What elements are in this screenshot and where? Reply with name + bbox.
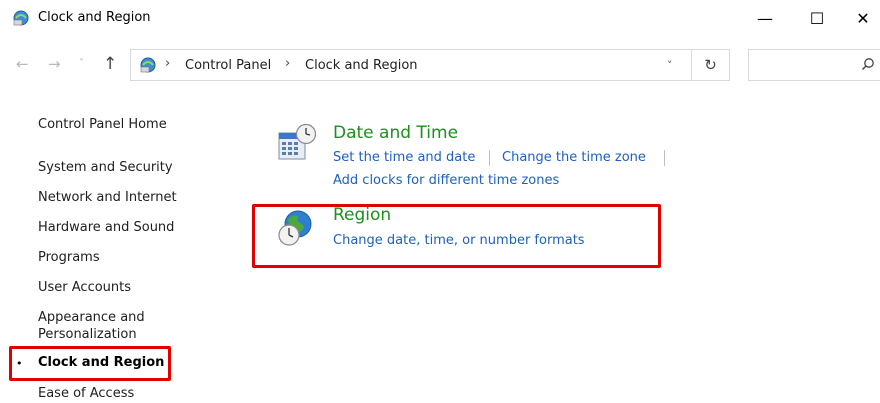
address-bar[interactable]: › Control Panel › Clock and Region ˅: [130, 49, 692, 81]
sidebar-item-system-and-security[interactable]: System and Security: [38, 159, 173, 176]
search-icon[interactable]: [861, 57, 875, 71]
sidebar-item-user-accounts[interactable]: User Accounts: [38, 279, 131, 296]
refresh-button[interactable]: ↻: [692, 49, 730, 81]
maximize-button[interactable]: ☐: [794, 0, 840, 36]
search-input[interactable]: [753, 55, 853, 77]
title-bar: Clock and Region — ☐ ✕: [0, 0, 880, 38]
forward-button[interactable]: →: [48, 55, 61, 73]
date-and-time-title[interactable]: Date and Time: [333, 123, 458, 143]
sidebar-item-programs[interactable]: Programs: [38, 249, 100, 266]
breadcrumb-separator[interactable]: ›: [165, 56, 170, 71]
link-separator: [489, 150, 490, 166]
sidebar-highlight-box: [9, 346, 171, 381]
back-button[interactable]: ←: [16, 55, 29, 73]
sidebar-item-network-and-internet[interactable]: Network and Internet: [38, 189, 177, 206]
up-button[interactable]: ↑: [103, 54, 117, 74]
window-title: Clock and Region: [38, 10, 151, 25]
close-button[interactable]: ✕: [846, 0, 880, 36]
sidebar-item-hardware-and-sound[interactable]: Hardware and Sound: [38, 219, 174, 236]
address-dropdown-button[interactable]: ˅: [667, 59, 673, 72]
link-separator: [664, 150, 665, 166]
calendar-clock-icon[interactable]: [277, 123, 317, 163]
region-highlight-box: [252, 204, 661, 268]
sidebar-item-appearance-and-personalization[interactable]: Appearance and Personalization: [38, 309, 188, 343]
search-box[interactable]: [748, 49, 880, 81]
sidebar-item-control-panel-home[interactable]: Control Panel Home: [38, 116, 167, 133]
change-time-zone-link[interactable]: Change the time zone: [502, 150, 646, 165]
set-time-and-date-link[interactable]: Set the time and date: [333, 150, 475, 165]
control-panel-icon: [13, 10, 29, 26]
breadcrumb-clock-and-region[interactable]: Clock and Region: [305, 58, 418, 73]
sidebar-item-ease-of-access[interactable]: Ease of Access: [38, 385, 134, 402]
minimize-button[interactable]: —: [742, 0, 788, 36]
control-panel-icon: [140, 57, 156, 73]
breadcrumb-control-panel[interactable]: Control Panel: [185, 58, 271, 73]
breadcrumb-separator[interactable]: ›: [285, 56, 290, 71]
navigation-bar: ← → ˅ ↑ › Control Panel › Clock and Regi…: [0, 46, 880, 88]
add-clocks-link[interactable]: Add clocks for different time zones: [333, 173, 559, 188]
recent-locations-button[interactable]: ˅: [79, 58, 84, 69]
